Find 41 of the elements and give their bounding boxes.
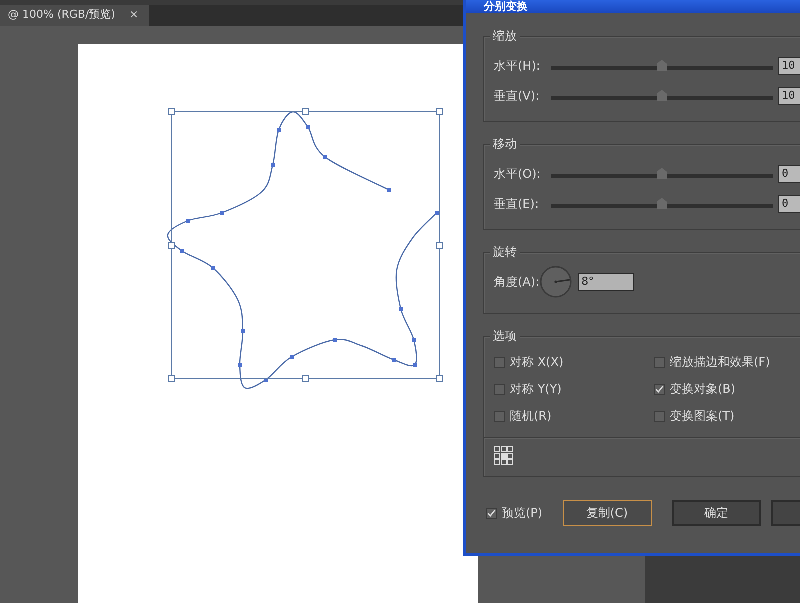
checkbox[interactable]: [494, 384, 505, 394]
slider-thumb[interactable]: [657, 168, 667, 179]
value-field[interactable]: 10: [778, 57, 800, 75]
group-title: 缩放: [490, 28, 520, 44]
checkbox[interactable]: [494, 410, 505, 422]
checkbox-label: 变换图案(T): [670, 408, 735, 425]
slider-thumb[interactable]: [657, 60, 667, 71]
checkbox-label: 对称 X(X): [510, 354, 564, 371]
checkbox-label: 变换对象(B): [670, 381, 736, 398]
dialog-title: 分别变换: [484, 0, 528, 13]
slider-label: 垂直(V):: [494, 88, 541, 105]
slider-label: 水平(H):: [494, 58, 542, 75]
dialog-button[interactable]: 确定: [672, 500, 761, 526]
value-field[interactable]: 0: [778, 165, 800, 183]
checkbox[interactable]: [654, 410, 665, 422]
checkbox[interactable]: [654, 384, 665, 394]
document-tab[interactable]: @ 100% (RGB/预览) ×: [0, 5, 149, 26]
close-icon[interactable]: ×: [129, 7, 139, 24]
slider-thumb[interactable]: [657, 90, 667, 101]
checkbox-label: 预览(P): [502, 505, 543, 522]
checkbox[interactable]: [494, 356, 505, 368]
checkbox[interactable]: [486, 508, 497, 518]
checkbox-label: 对称 Y(Y): [510, 381, 562, 398]
value-field[interactable]: 10: [778, 87, 800, 105]
checkbox-label: 缩放描边和效果(F): [670, 354, 770, 371]
group-title: 移动: [490, 136, 520, 152]
dialog-button[interactable]: 复制(C): [562, 500, 652, 526]
slider-label: 水平(O):: [494, 166, 542, 183]
angle-label: 角度(A):: [494, 274, 540, 291]
group-title: 选项: [490, 328, 520, 344]
reference-point-icon[interactable]: [494, 446, 514, 466]
value-field[interactable]: 0: [778, 195, 800, 213]
slider-thumb[interactable]: [657, 198, 667, 209]
dialog-button[interactable]: [770, 500, 800, 526]
group-title: 旋转: [490, 244, 520, 260]
checkbox[interactable]: [654, 356, 665, 368]
angle-dial[interactable]: [540, 266, 572, 298]
checkbox-label: 随机(R): [510, 408, 552, 425]
slider-label: 垂直(E):: [494, 196, 540, 213]
tab-title: @ 100% (RGB/预览): [8, 7, 116, 24]
angle-field[interactable]: 8°: [578, 273, 634, 291]
